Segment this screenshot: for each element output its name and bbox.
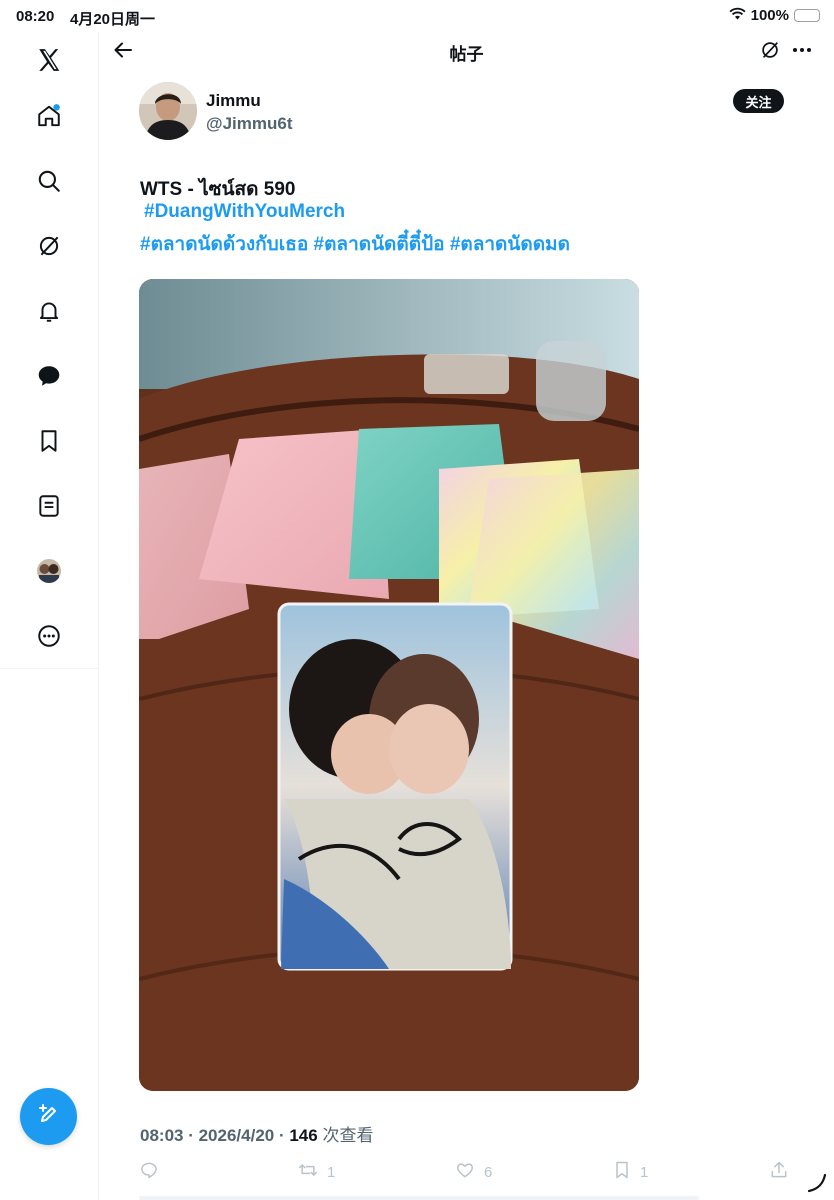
messages-icon[interactable] [33, 360, 65, 392]
battery-percent: 100% [750, 7, 789, 24]
sidebar-divider [0, 668, 98, 669]
bookmark-button[interactable]: 1 [612, 1160, 648, 1184]
post-actions: 1 6 1 [139, 1160, 799, 1184]
view-label: 次查看 [317, 1126, 374, 1145]
post-photo[interactable] [139, 279, 639, 1091]
post-meta: 08:03 · 2026/4/20 · 146 次查看 [140, 1126, 374, 1145]
reply-bar-edge [139, 1196, 699, 1200]
x-logo-icon[interactable] [33, 44, 65, 76]
post-date: 2026/4/20 [198, 1126, 275, 1145]
post-header: 帖子 [99, 32, 834, 72]
reply-icon [139, 1160, 159, 1184]
reply-button[interactable] [139, 1160, 167, 1184]
grok-icon[interactable] [759, 39, 781, 66]
hashtag-link[interactable]: #DuangWithYouMerch [144, 201, 345, 223]
status-time: 08:20 [16, 8, 55, 25]
author-handle[interactable]: @Jimmu6t [206, 114, 293, 134]
author-name[interactable]: Jimmu [206, 91, 261, 111]
view-count: 146 [289, 1126, 318, 1145]
sidebar [0, 32, 99, 1200]
page-title: 帖子 [449, 45, 484, 64]
bookmark-icon [612, 1160, 632, 1184]
status-right: 100% [729, 7, 820, 24]
like-button[interactable]: 6 [454, 1160, 492, 1184]
battery-icon [794, 9, 820, 22]
share-icon [769, 1160, 789, 1184]
lists-icon[interactable] [33, 490, 65, 522]
share-button[interactable] [769, 1160, 789, 1184]
post-time: 08:03 [140, 1126, 184, 1145]
more-icon[interactable] [33, 620, 65, 652]
heart-icon [454, 1160, 476, 1184]
scroll-corner-icon [806, 1172, 828, 1199]
profile-avatar-icon[interactable] [33, 555, 65, 587]
notifications-icon[interactable] [33, 295, 65, 327]
tweet-text-line: WTS - ไซน์สด 590 [140, 179, 296, 200]
search-icon[interactable] [33, 165, 65, 197]
hashtag-links[interactable]: #ตลาดนัดด้วงกับเธอ #ตลาดนัดตี๋ตี๋ป้อ #ตล… [140, 229, 570, 259]
compose-icon [37, 1102, 61, 1131]
follow-button[interactable]: 关注 [733, 89, 784, 113]
grok-icon[interactable] [33, 230, 65, 262]
bookmarks-icon[interactable] [33, 425, 65, 457]
status-date: 4月20日周一 [70, 11, 156, 28]
retweet-button[interactable]: 1 [297, 1160, 335, 1184]
wifi-icon [729, 7, 746, 24]
retweet-icon [297, 1160, 319, 1184]
home-icon[interactable] [33, 100, 65, 132]
author-avatar[interactable] [139, 82, 197, 140]
more-horizontal-icon[interactable] [791, 41, 813, 64]
compose-button[interactable] [20, 1088, 77, 1145]
status-bar: 08:20 4月20日周一 100% [0, 0, 834, 32]
